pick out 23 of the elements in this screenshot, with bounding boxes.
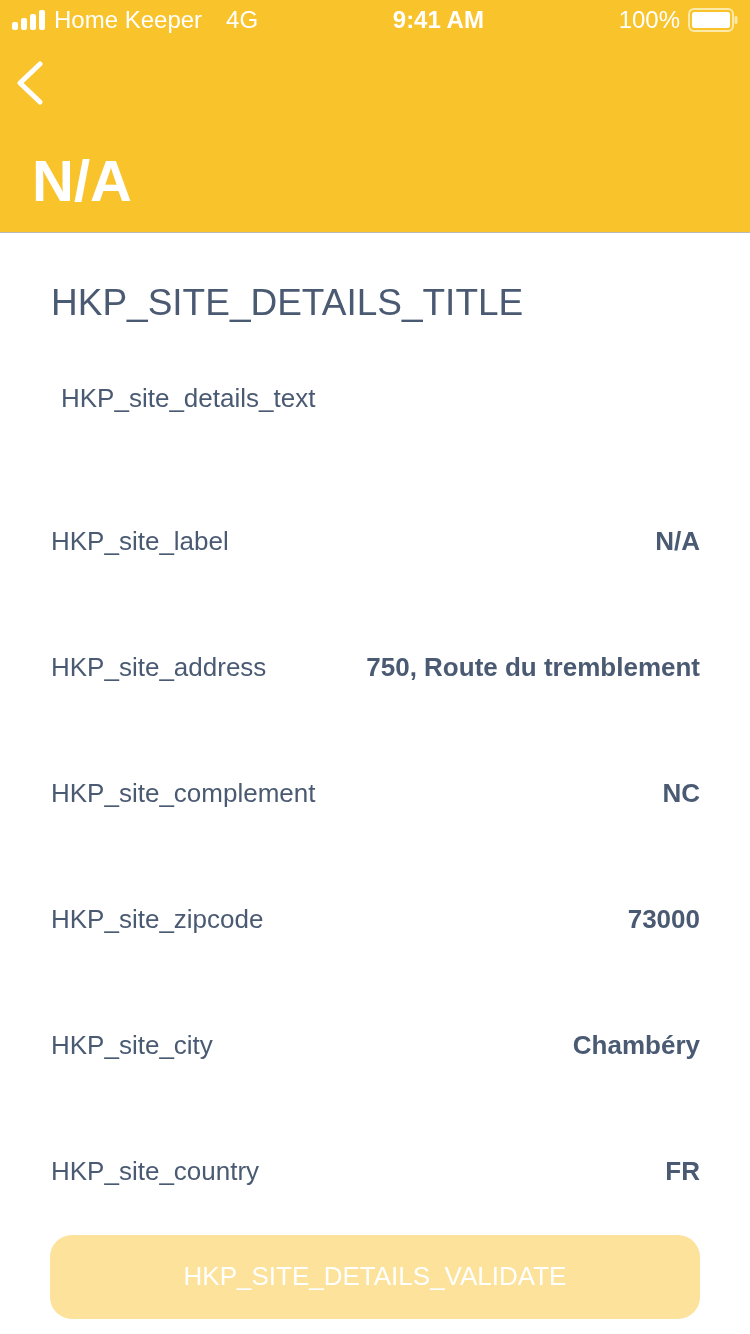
signal-icon xyxy=(12,10,46,30)
field-label: HKP_site_label xyxy=(51,525,229,559)
network-type: 4G xyxy=(226,5,259,35)
back-chevron-icon xyxy=(16,61,44,105)
field-label: HKP_site_city xyxy=(51,1029,213,1063)
field-label: HKP_site_country xyxy=(51,1155,260,1189)
field-value: FR xyxy=(665,1155,700,1189)
carrier-name: Home Keeper xyxy=(54,5,203,35)
field-value: N/A xyxy=(655,525,700,559)
field-value: 750, Route du tremblement xyxy=(366,651,700,685)
status-time: 9:41 AM xyxy=(392,6,484,33)
battery-icon xyxy=(688,8,738,32)
header-title: N/A xyxy=(31,152,133,210)
field-value: Chambéry xyxy=(572,1029,700,1063)
page-title: HKP_SITE_DETAILS_TITLE xyxy=(51,281,525,325)
back-button[interactable] xyxy=(16,61,44,105)
intro-text: HKP_site_details_text xyxy=(61,383,317,415)
field-label: HKP_site_complement xyxy=(51,777,316,811)
field-label: HKP_site_zipcode xyxy=(51,903,264,937)
field-label: HKP_site_address xyxy=(51,651,267,685)
field-value: 73000 xyxy=(627,903,700,937)
field-value: NC xyxy=(662,777,700,811)
battery-percent: 100% xyxy=(618,5,680,35)
